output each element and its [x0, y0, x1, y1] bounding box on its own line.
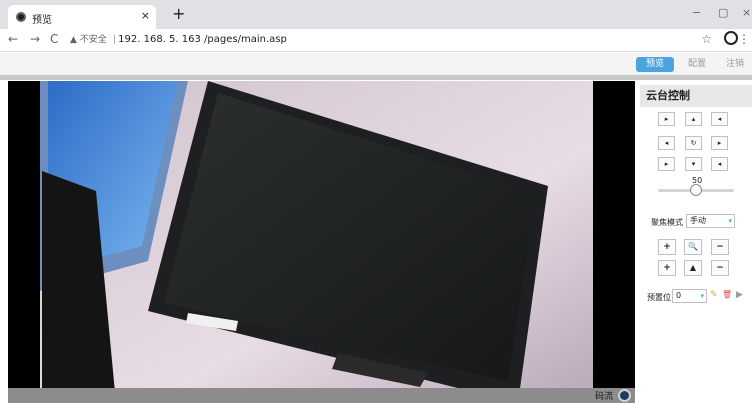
- auto-scan-icon[interactable]: ↻: [685, 136, 702, 150]
- preset-value: 0: [676, 291, 682, 300]
- app-header: 预览 配置 注销: [0, 53, 752, 75]
- video-toolbar: 码流: [8, 388, 635, 403]
- ptz-panel: 云台控制 ▸ ▴ ◂ ◂ ↻ ▸ ▸ ▾ ◂ 50 聚焦模式 手动 ▾ + 🔍 …: [640, 81, 752, 403]
- focus-near-button[interactable]: +: [658, 260, 676, 276]
- forward-button[interactable]: →: [30, 32, 40, 46]
- tab-config[interactable]: 配置: [680, 57, 714, 72]
- down-left-arrow-icon[interactable]: ▸: [658, 157, 675, 171]
- tab-title: 预览: [32, 15, 52, 26]
- tab-preview[interactable]: 预览: [636, 57, 674, 72]
- reload-button[interactable]: C: [50, 32, 58, 46]
- zoom-icon: 🔍: [684, 239, 702, 255]
- header-divider: [0, 75, 752, 80]
- focus-far-button[interactable]: −: [711, 260, 729, 276]
- zoom-out-button[interactable]: −: [711, 239, 729, 255]
- back-button[interactable]: ←: [8, 32, 18, 46]
- chevron-down-icon: ▾: [728, 217, 732, 225]
- camera-feed-image: [8, 81, 635, 403]
- profile-icon[interactable]: [724, 31, 738, 45]
- url-text[interactable]: 192. 168. 5. 163 /pages/main.asp: [118, 34, 287, 45]
- url-separator: |: [112, 34, 117, 45]
- stream-label: 码流: [594, 392, 613, 402]
- address-bar: ← → C ▲ 不安全 | 192. 168. 5. 163 /pages/main…: [0, 29, 752, 52]
- browser-tab[interactable]: 预览 ×: [8, 5, 156, 29]
- minimize-button[interactable]: −: [692, 6, 701, 19]
- left-arrow-icon[interactable]: ◂: [658, 136, 675, 150]
- edit-preset-icon[interactable]: ✎: [710, 290, 718, 300]
- focus-icon: ▲: [684, 260, 702, 276]
- down-arrow-icon[interactable]: ▾: [685, 157, 702, 171]
- ptz-title: 云台控制: [640, 85, 752, 107]
- security-warning[interactable]: ▲ 不安全: [70, 35, 107, 45]
- preset-label: 预置位: [647, 293, 671, 302]
- focus-mode-value: 手动: [690, 216, 706, 225]
- right-arrow-icon[interactable]: ▸: [711, 136, 728, 150]
- up-arrow-icon[interactable]: ▴: [685, 112, 702, 126]
- url-field[interactable]: ▲ 不安全 | 192. 168. 5. 163 /pages/main.asp: [70, 31, 670, 49]
- up-left-arrow-icon[interactable]: ▸: [658, 112, 675, 126]
- focus-mode-label: 聚焦模式: [651, 218, 683, 227]
- delete-preset-icon[interactable]: 🗑: [722, 290, 732, 299]
- up-right-arrow-icon[interactable]: ◂: [711, 112, 728, 126]
- stream-toggle-icon[interactable]: [618, 389, 631, 402]
- call-preset-icon[interactable]: ▶: [736, 290, 743, 300]
- favicon-icon: [16, 12, 26, 22]
- speed-slider-thumb[interactable]: [690, 184, 702, 196]
- preset-select[interactable]: 0 ▾: [672, 289, 707, 303]
- tab-close-button[interactable]: ×: [141, 9, 150, 22]
- tab-logout[interactable]: 注销: [718, 57, 752, 72]
- down-right-arrow-icon[interactable]: ◂: [711, 157, 728, 171]
- browser-tab-bar: 预览 × + − ▢ ×: [0, 0, 752, 29]
- new-tab-button[interactable]: +: [172, 5, 185, 23]
- video-preview[interactable]: 码流: [8, 81, 635, 403]
- close-window-button[interactable]: ×: [742, 6, 751, 19]
- browser-menu-icon[interactable]: ⋮: [738, 32, 750, 46]
- chevron-down-icon: ▾: [700, 292, 704, 300]
- restore-button[interactable]: ▢: [718, 6, 728, 19]
- zoom-in-button[interactable]: +: [658, 239, 676, 255]
- bookmark-star-icon[interactable]: ☆: [701, 32, 712, 46]
- focus-mode-select[interactable]: 手动 ▾: [686, 214, 735, 228]
